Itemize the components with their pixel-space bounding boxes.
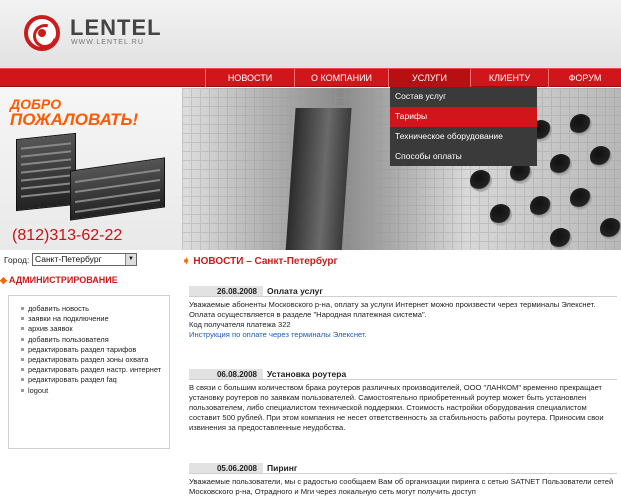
arrow-right-icon: ➧ — [182, 256, 191, 267]
news-body: Уважаемые пользователи, мы с радостью со… — [189, 477, 614, 496]
admin-link-add-user[interactable]: добавить пользователя — [17, 335, 167, 345]
news-link[interactable]: Инструкция по оплате через терминалы Эле… — [189, 330, 617, 340]
square-bullet-icon — [21, 388, 24, 392]
admin-title-text: АДМИНИСТРИРОВАНИЕ — [8, 275, 118, 285]
lentel-logo-icon[interactable] — [24, 15, 60, 51]
nav-item-news[interactable]: НОВОСТИ — [205, 69, 294, 87]
admin-title: ◆ АДМИНИСТРИРОВАНИЕ — [0, 275, 118, 286]
divider — [189, 296, 617, 297]
server-unit-image — [70, 157, 165, 221]
square-bullet-icon — [21, 347, 24, 351]
admin-link-add-news[interactable]: добавить новость — [17, 304, 167, 314]
news-item: 26.08.2008 Оплата услуг Уважаемые абонен… — [189, 286, 617, 340]
admin-link-requests[interactable]: заявки на подключение — [17, 314, 167, 324]
admin-link-archive[interactable]: архив заявок — [17, 324, 167, 334]
left-column: Город: Санкт-Петербург ▼ ◆ АДМИНИСТРИРОВА… — [0, 250, 182, 500]
square-bullet-icon — [21, 337, 24, 341]
city-select[interactable]: Санкт-Петербург ▼ — [32, 253, 137, 266]
diamond-bullet-icon: ◆ — [0, 275, 7, 285]
dropdown-item-services-list[interactable]: Состав услуг — [390, 87, 537, 107]
admin-link-logout[interactable]: logout — [17, 386, 167, 396]
news-body: Уважаемые абоненты Московского р-на, опл… — [189, 300, 617, 340]
welcome-line2: ПОЖАЛОВАТЬ! — [10, 110, 139, 129]
site-header: LENTEL WWW.LENTEL.RU — [0, 0, 621, 68]
main-content: ➧ НОВОСТИ – Санкт-Петербург 26.08.2008 Оп… — [182, 250, 621, 500]
city-select-value: Санкт-Петербург — [35, 254, 102, 264]
news-item: 06.08.2008 Установка роутера В связи с б… — [189, 369, 617, 433]
server-rack-image — [16, 132, 76, 212]
logo-url: WWW.LENTEL.RU — [71, 39, 144, 46]
square-bullet-icon — [21, 307, 24, 310]
admin-menu-list: добавить новость заявки на подключение а… — [17, 304, 167, 396]
admin-link-edit-coverage[interactable]: редактировать раздел зоны охвата — [17, 355, 167, 365]
square-bullet-icon — [21, 378, 24, 382]
nav-item-client[interactable]: КЛИЕНТУ — [470, 69, 548, 87]
banner-left-panel: ДОБРО ПОЖАЛОВАТЬ! (812)313-62-22 — [0, 88, 182, 250]
news-item: 05.06.2008 Пиринг Уважаемые пользователи… — [189, 463, 617, 497]
square-bullet-icon — [21, 327, 24, 331]
square-bullet-icon — [21, 358, 24, 362]
admin-link-edit-tariffs[interactable]: редактировать раздел тарифов — [17, 345, 167, 355]
services-dropdown: Состав услуг Тарифы Техническое оборудов… — [390, 87, 537, 166]
chevron-down-icon[interactable]: ▼ — [125, 254, 136, 265]
dropdown-item-tariffs[interactable]: Тарифы — [390, 107, 537, 127]
nav-item-services[interactable]: УСЛУГИ — [388, 69, 470, 87]
nav-item-about[interactable]: О КОМПАНИИ — [294, 69, 388, 87]
admin-link-edit-internet[interactable]: редактировать раздел настр. интернет — [17, 365, 167, 375]
divider — [189, 473, 617, 474]
square-bullet-icon — [21, 317, 24, 321]
city-label: Город: — [4, 255, 30, 265]
admin-link-edit-faq[interactable]: редактировать раздел faq — [17, 375, 167, 385]
nav-item-forum[interactable]: ФОРУМ — [548, 69, 621, 87]
news-heading-text: НОВОСТИ – Санкт-Петербург — [193, 256, 338, 267]
news-body: В связи с большим количеством брака роут… — [189, 383, 604, 432]
logo-text[interactable]: LENTEL — [70, 15, 162, 41]
square-bullet-icon — [21, 368, 24, 372]
dropdown-item-equipment[interactable]: Техническое оборудование — [390, 127, 537, 147]
dropdown-item-payment[interactable]: Способы оплаты — [390, 147, 537, 167]
admin-menu-box: добавить новость заявки на подключение а… — [8, 295, 170, 449]
phone-number: (812)313-62-22 — [12, 227, 123, 244]
news-heading: ➧ НОВОСТИ – Санкт-Петербург — [182, 256, 338, 267]
divider — [189, 379, 617, 380]
server-tower-image — [284, 108, 352, 250]
main-nav: НОВОСТИ О КОМПАНИИ УСЛУГИ КЛИЕНТУ ФОРУМ — [0, 68, 621, 87]
